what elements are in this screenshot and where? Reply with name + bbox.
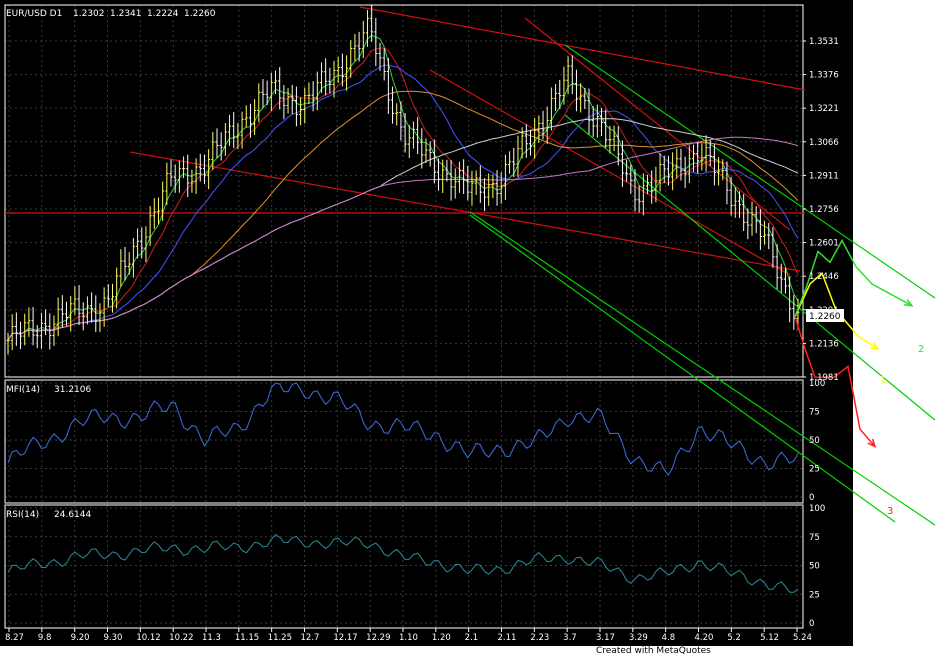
x-tick-label: 10.12 [136, 633, 160, 643]
y-tick-label: 1.3066 [809, 138, 839, 148]
high-value: 1.2341 [110, 9, 142, 19]
mfi-tick-label: 25 [809, 465, 820, 475]
current-price-label: 1.2260 [809, 312, 841, 322]
x-tick-label: 2.23 [530, 633, 549, 643]
open-value: 1.2302 [73, 9, 105, 19]
rsi-title: RSI(14) [6, 510, 39, 520]
projection-label-3: 3 [887, 506, 893, 517]
y-tick-label: 1.3376 [809, 71, 839, 81]
x-tick-label: 5.2 [727, 633, 741, 643]
mfi-tick-label: 75 [809, 408, 820, 418]
x-tick-label: 10.22 [169, 633, 193, 643]
x-tick-label: 5.24 [793, 633, 812, 643]
x-tick-label: 11.15 [235, 633, 259, 643]
x-tick-label: 3.7 [563, 633, 577, 643]
y-tick-label: 1.2136 [809, 339, 839, 349]
x-tick-label: 9.20 [71, 633, 90, 643]
footer-credit: Created with MetaQuotes [596, 646, 711, 656]
x-tick-label: 12.29 [366, 633, 390, 643]
close-value: 1.2260 [184, 9, 216, 19]
x-tick-label: 8.27 [5, 633, 24, 643]
mfi-value: 31.2106 [54, 385, 91, 395]
y-tick-label: 1.2446 [809, 272, 839, 282]
chart-window: 1.3531 1.3376 1.3221 1.3066 1.2911 1.2756 1.26… [0, 0, 940, 658]
projection-label-2: 2 [918, 344, 924, 355]
x-tick-label: 4.8 [662, 633, 676, 643]
x-tick-label: 2.1 [465, 633, 479, 643]
rsi-tick-label: 75 [809, 533, 820, 543]
low-value: 1.2224 [147, 9, 179, 19]
x-tick-label: 12.7 [301, 633, 320, 643]
rsi-tick-label: 25 [809, 590, 820, 600]
x-tick-label: 1.20 [432, 633, 451, 643]
mfi-tick-label: 0 [809, 493, 814, 503]
chart-svg: 1.3531 1.3376 1.3221 1.3066 1.2911 1.2756 1.26… [0, 0, 936, 646]
x-tick-label: 11.25 [268, 633, 292, 643]
rsi-tick-label: 50 [809, 562, 820, 572]
x-tick-label: 4.20 [695, 633, 714, 643]
x-tick-label: 1.10 [399, 633, 418, 643]
mfi-tick-label: 100 [809, 379, 825, 389]
x-tick-label: 3.17 [596, 633, 615, 643]
y-tick-label: 1.3531 [809, 37, 839, 47]
mfi-tick-label: 50 [809, 436, 820, 446]
x-tick-label: 12.17 [333, 633, 357, 643]
x-tick-label: 5.12 [760, 633, 779, 643]
chart-background [0, 0, 853, 646]
y-tick-label: 1.3221 [809, 104, 839, 114]
x-tick-label: 9.30 [104, 633, 123, 643]
y-tick-label: 1.2756 [809, 205, 839, 215]
rsi-value: 24.6144 [54, 510, 91, 520]
y-tick-label: 1.2601 [809, 239, 839, 249]
mfi-title: MFI(14) [6, 385, 40, 395]
x-tick-label: 3.29 [629, 633, 648, 643]
x-tick-label: 2.11 [498, 633, 517, 643]
rsi-tick-label: 0 [809, 619, 814, 629]
projection-label-1: 1 [880, 375, 886, 386]
x-tick-label: 9.8 [38, 633, 52, 643]
y-tick-label: 1.2911 [809, 171, 839, 181]
x-tick-label: 11.3 [202, 633, 221, 643]
chart-symbol: EUR/USD D1 [6, 9, 62, 19]
rsi-tick-label: 100 [809, 504, 825, 514]
